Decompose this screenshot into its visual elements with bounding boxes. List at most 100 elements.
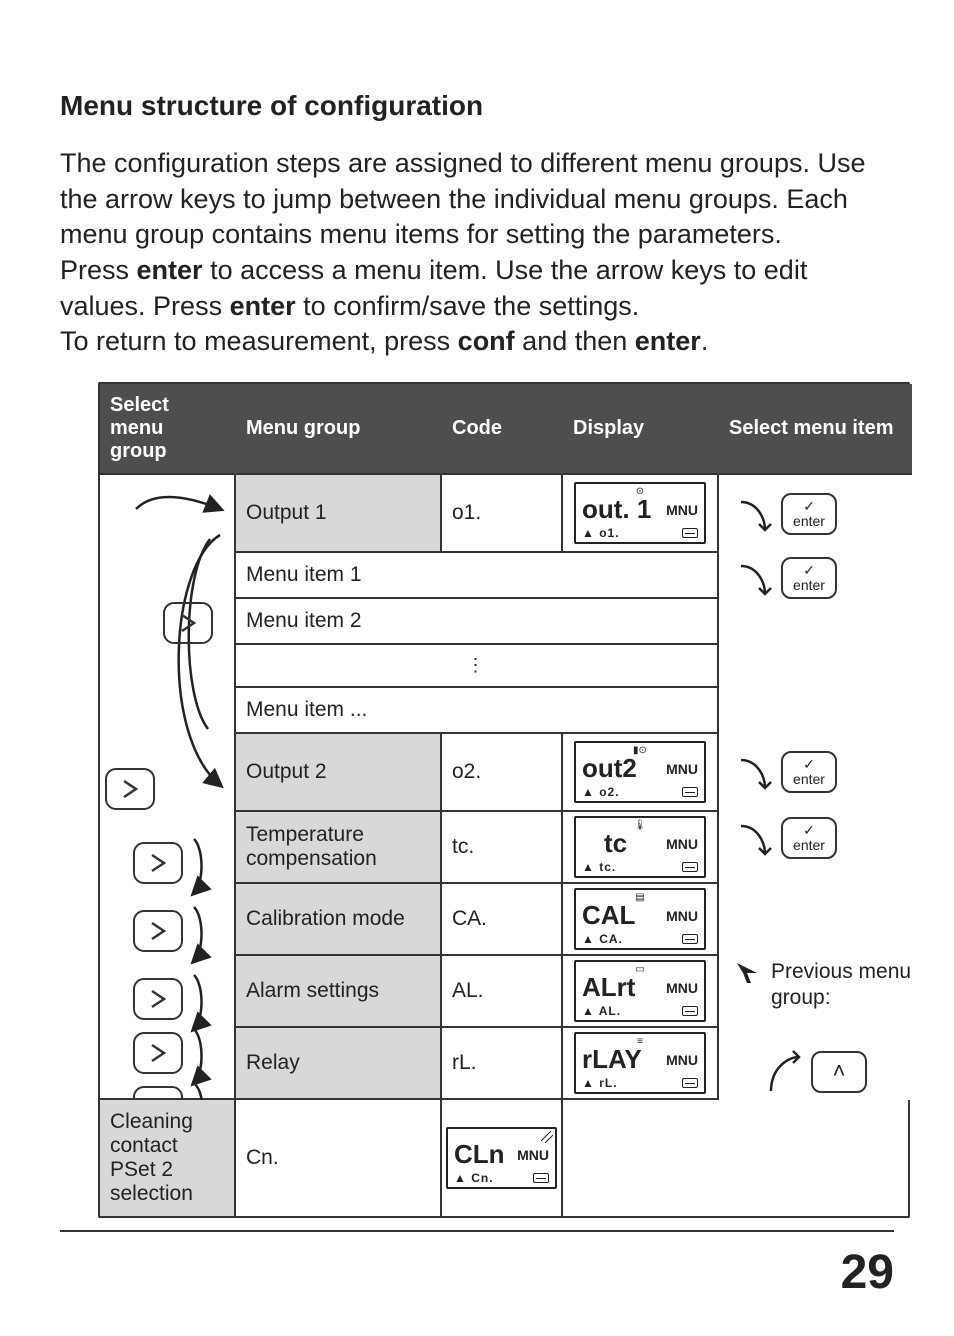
- display-al: ▭ ALrt MNU ▲ AL.: [563, 956, 719, 1028]
- display-o2: ▮⊙ out2 MNU ▲ o2.: [563, 734, 719, 812]
- th-select-group: Select menu group: [100, 384, 236, 475]
- hatch-icon: [541, 1131, 553, 1143]
- enter-key-label: enter: [783, 513, 835, 529]
- code-o1: o1.: [442, 475, 563, 553]
- bold-enter-1: enter: [137, 255, 203, 285]
- menu-group-al: Alarm settings: [236, 956, 442, 1028]
- enter-step-4: enter: [733, 817, 837, 859]
- curve-arrow-up-icon: [763, 1049, 803, 1095]
- menu-group-cn: Cleaning contact PSet 2 selection: [100, 1100, 236, 1216]
- disp-bl: ▲ o2.: [582, 785, 620, 799]
- p2-part-a: Press: [60, 255, 137, 285]
- enter-key[interactable]: enter: [781, 817, 837, 859]
- disp-side: MNU: [666, 1052, 698, 1068]
- enter-step-1: enter: [733, 493, 837, 535]
- disp-main: ALrt: [582, 972, 635, 1003]
- previous-menu-block: Previous menu group:: [733, 959, 912, 1012]
- menu-item-1: Menu item 1: [236, 553, 719, 599]
- enter-step-3: enter: [733, 751, 837, 793]
- disp-main: CAL: [582, 900, 635, 931]
- curve-arrow-icon: [733, 818, 773, 858]
- keyboard-icon: [533, 1173, 549, 1183]
- disp-main: tc: [604, 828, 627, 859]
- menu-item-ellipsis: ⋮: [236, 645, 719, 688]
- enter-key[interactable]: enter: [781, 751, 837, 793]
- enter-key-label: enter: [783, 837, 835, 853]
- keyboard-icon: [682, 934, 698, 944]
- disp-bl: ▲ Cn.: [454, 1171, 494, 1185]
- disp-main: out. 1: [582, 494, 651, 525]
- code-cn: Cn.: [236, 1100, 442, 1216]
- disp-main: out2: [582, 753, 637, 784]
- keyboard-icon: [682, 862, 698, 872]
- menu-group-output1: Output 1: [236, 475, 442, 553]
- disp-side: MNU: [517, 1147, 549, 1163]
- enter-key[interactable]: enter: [781, 557, 837, 599]
- display-cn: CLn MNU ▲ Cn.: [442, 1100, 563, 1216]
- display-tc: 🌡 tc MNU ▲ tc.: [563, 812, 719, 884]
- code-rl: rL.: [442, 1028, 563, 1100]
- code-tc: tc.: [442, 812, 563, 884]
- enter-step-2: enter: [733, 557, 837, 599]
- code-ca: CA.: [442, 884, 563, 956]
- disp-bl: ▲ CA.: [582, 932, 623, 946]
- menu-group-rl: Relay: [236, 1028, 442, 1100]
- keyboard-icon: [682, 787, 698, 797]
- p3-part-a: To return to measurement, press: [60, 326, 458, 356]
- disp-bl: ▲ o1.: [582, 526, 620, 540]
- p3-part-b: and then: [515, 326, 635, 356]
- p3-part-c: .: [701, 326, 709, 356]
- display-ca: ▤ CAL MNU ▲ CA.: [563, 884, 719, 956]
- menu-group-output2: Output 2: [236, 734, 442, 812]
- paragraph-return: To return to measurement, press conf and…: [60, 324, 900, 360]
- menu-group-ca: Calibration mode: [236, 884, 442, 956]
- up-arrow-key[interactable]: ˄: [811, 1051, 867, 1093]
- previous-menu-key: ˄: [763, 1049, 867, 1095]
- code-o2: o2.: [442, 734, 563, 812]
- paragraph-intro: The configuration steps are assigned to …: [60, 146, 900, 253]
- box-icon: ▭: [635, 964, 644, 975]
- menu-item-more: Menu item ...: [236, 688, 719, 734]
- curve-arrow-icon: [733, 494, 773, 534]
- menu-group-tc: Temperature compensation: [236, 812, 442, 884]
- disp-side: MNU: [666, 836, 698, 852]
- enter-key-label: enter: [783, 577, 835, 593]
- disp-side: MNU: [666, 980, 698, 996]
- keyboard-icon: [682, 1006, 698, 1016]
- display-rl: ≡ rLAY MNU ▲ rL.: [563, 1028, 719, 1100]
- th-menu-group: Menu group: [236, 384, 442, 475]
- curve-arrow-icon: [733, 752, 773, 792]
- paragraph-enter: Press enter to access a menu item. Use t…: [60, 253, 900, 324]
- page-number: 29: [841, 1245, 894, 1300]
- footer-rule: [60, 1230, 894, 1232]
- disp-bl: ▲ rL.: [582, 1076, 618, 1090]
- th-code: Code: [442, 384, 563, 475]
- code-al: AL.: [442, 956, 563, 1028]
- nav-arrows-diagram: [100, 475, 236, 1100]
- previous-menu-label: Previous menu group:: [771, 959, 912, 1012]
- display-o1: ⊙ out. 1 MNU ▲ o1.: [563, 475, 719, 553]
- doc-icon: ▤: [635, 892, 644, 903]
- display-box-o1: ⊙ out. 1 MNU ▲ o1.: [574, 482, 706, 544]
- disp-main: CLn: [454, 1139, 505, 1170]
- menu-table: Select menu group Menu group Code Displa…: [98, 382, 910, 1218]
- keyboard-icon: [682, 528, 698, 538]
- curve-arrow-icon: [733, 558, 773, 598]
- th-display: Display: [563, 384, 719, 475]
- disp-bl: ▲ AL.: [582, 1004, 621, 1018]
- disp-main: rLAY: [582, 1044, 642, 1075]
- enter-key-label: enter: [783, 771, 835, 787]
- disp-side: MNU: [666, 502, 698, 518]
- th-select-item: Select menu item: [719, 384, 912, 475]
- menu-item-2: Menu item 2: [236, 599, 719, 645]
- bold-enter-3: enter: [635, 326, 701, 356]
- p2-part-c: to confirm/save the settings.: [296, 291, 640, 321]
- bold-conf: conf: [458, 326, 515, 356]
- disp-side: MNU: [666, 908, 698, 924]
- enter-key[interactable]: enter: [781, 493, 837, 535]
- cursor-arrow-icon: [733, 959, 763, 985]
- disp-side: MNU: [666, 761, 698, 777]
- section-heading: Menu structure of configuration: [60, 90, 900, 122]
- keyboard-icon: [682, 1078, 698, 1088]
- disp-bl: ▲ tc.: [582, 860, 616, 874]
